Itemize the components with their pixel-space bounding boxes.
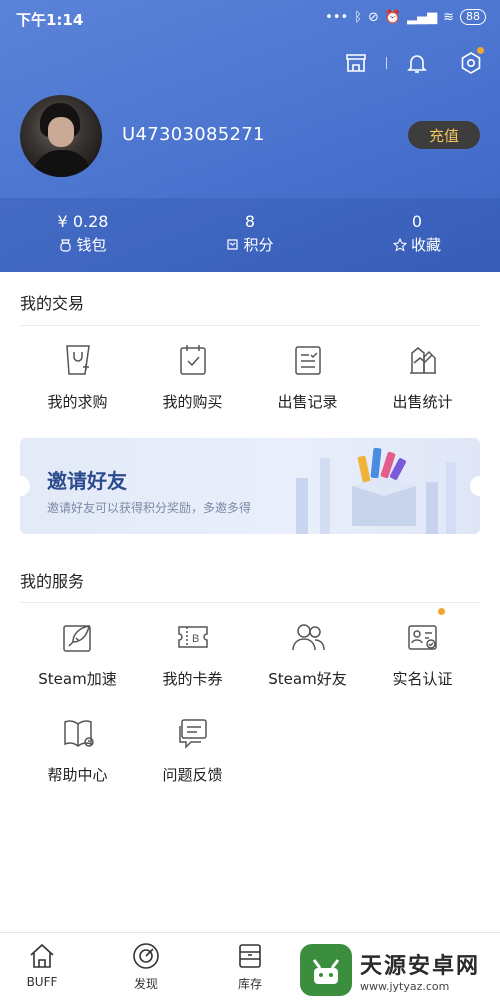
service-label-help-center: 帮助中心	[47, 766, 108, 784]
wallet-label: 钱包	[76, 236, 107, 254]
status-icons: ••• ᛒ ⊘ ⏰ ▂▄▆ ≋ 88	[325, 9, 486, 25]
points-label: 积分	[243, 236, 274, 254]
service-item-steam-accelerate[interactable]: Steam加速	[15, 620, 140, 689]
friends-icon	[291, 620, 325, 654]
service-item-steam-friends[interactable]: Steam好友	[245, 620, 370, 689]
stats-bar: ¥ 0.28 钱包 8 积分 0 收藏	[0, 198, 500, 272]
id-verify-badge-dot	[437, 608, 445, 615]
battery-icon: 88	[460, 9, 486, 25]
tab-label-inventory: 库存	[237, 977, 262, 991]
service-label-steam-friends: Steam好友	[268, 670, 347, 688]
trade-label-sale-records: 出售记录	[277, 393, 338, 411]
stat-points[interactable]: 8 积分	[170, 212, 330, 255]
watermark-url: www.jytyaz.com	[360, 979, 450, 993]
trade-item-purchases[interactable]: 我的购买	[130, 343, 255, 412]
status-bar: 下午1:14 ••• ᛒ ⊘ ⏰ ▂▄▆ ≋ 88	[0, 0, 500, 36]
services-section-title: 我的服务	[20, 572, 85, 591]
header-actions	[341, 47, 486, 78]
avatar-body	[32, 150, 92, 177]
bluetooth-icon: ᛒ	[354, 9, 362, 25]
service-label-steam-accelerate: Steam加速	[38, 670, 117, 688]
settings-badge-dot	[477, 47, 484, 54]
request-icon	[61, 343, 95, 377]
recharge-button[interactable]: 充值	[408, 121, 480, 149]
trade-label-sale-stats: 出售统计	[392, 393, 453, 411]
tab-discover[interactable]: 发现	[106, 941, 186, 992]
banner-title: 邀请好友	[47, 469, 127, 493]
service-item-id-verify[interactable]: 实名认证	[360, 608, 485, 689]
stat-favorites[interactable]: 0 收藏	[337, 212, 497, 255]
tab-label-buff: BUFF	[26, 975, 58, 989]
sale-record-icon	[291, 343, 325, 377]
watermark-logo-icon	[300, 944, 352, 996]
coupon-icon: B	[176, 620, 210, 654]
favorites-label: 收藏	[410, 236, 441, 254]
store-icon[interactable]	[341, 48, 371, 78]
mute-icon: ⊘	[368, 9, 379, 25]
services-divider	[20, 602, 480, 603]
stat-wallet[interactable]: ¥ 0.28 钱包	[3, 212, 163, 255]
header-separator	[386, 57, 387, 69]
sale-stats-icon	[406, 343, 440, 377]
points-icon	[227, 239, 239, 250]
wifi-icon: ≋	[443, 9, 454, 25]
settings-icon[interactable]	[456, 47, 486, 78]
tab-label-discover: 发现	[133, 977, 158, 991]
banner-subtitle: 邀请好友可以获得积分奖励，多邀多得	[47, 501, 252, 515]
wallet-icon	[60, 238, 72, 252]
profile-header: 下午1:14 ••• ᛒ ⊘ ⏰ ▂▄▆ ≋ 88 U47303085271 充…	[0, 0, 500, 272]
invite-banner[interactable]: 邀请好友 邀请好友可以获得积分奖励，多邀多得	[20, 438, 480, 534]
tab-inventory[interactable]: 库存	[210, 941, 290, 992]
trade-section-title: 我的交易	[20, 294, 85, 313]
service-item-feedback[interactable]: 问题反馈	[130, 716, 255, 785]
service-item-coupons[interactable]: B 我的卡券	[130, 620, 255, 689]
avatar[interactable]	[20, 95, 102, 177]
star-icon	[392, 237, 407, 252]
status-time: 下午1:14	[16, 11, 84, 29]
wallet-value: ¥ 0.28	[57, 212, 109, 231]
banner-notch-left	[20, 476, 30, 496]
rocket-icon	[61, 620, 95, 654]
trade-item-requests[interactable]: 我的求购	[15, 343, 140, 412]
discover-icon	[131, 941, 161, 971]
more-dots-icon: •••	[325, 9, 349, 25]
points-value: 8	[244, 212, 256, 231]
trade-label-requests: 我的求购	[47, 393, 108, 411]
username: U47303085271	[122, 124, 265, 145]
service-label-feedback: 问题反馈	[162, 766, 223, 784]
favorites-value: 0	[411, 212, 423, 231]
banner-notch-right	[470, 476, 480, 496]
site-watermark: 天源安卓网 www.jytyaz.com	[300, 940, 500, 1000]
tab-buff[interactable]: BUFF	[2, 941, 82, 989]
home-icon	[27, 941, 57, 971]
trade-divider	[20, 325, 480, 326]
inventory-icon	[235, 941, 265, 971]
purchase-icon	[176, 343, 210, 377]
trade-label-purchases: 我的购买	[162, 393, 223, 411]
id-verify-icon	[406, 608, 445, 654]
service-label-coupons: 我的卡券	[162, 670, 223, 688]
service-item-help-center[interactable]: 帮助中心	[15, 716, 140, 785]
service-label-id-verify: 实名认证	[392, 670, 453, 688]
feedback-icon	[176, 716, 210, 750]
gift-box-illustration	[296, 447, 456, 534]
trade-item-sale-records[interactable]: 出售记录	[245, 343, 370, 412]
trade-item-sale-stats[interactable]: 出售统计	[360, 343, 485, 412]
svg-text:B: B	[192, 633, 199, 645]
help-book-icon	[61, 716, 95, 750]
signal-icon: ▂▄▆	[407, 9, 438, 25]
watermark-name: 天源安卓网	[360, 953, 481, 979]
avatar-face	[48, 117, 74, 147]
alarm-icon: ⏰	[384, 9, 402, 25]
bell-icon[interactable]	[402, 48, 432, 78]
